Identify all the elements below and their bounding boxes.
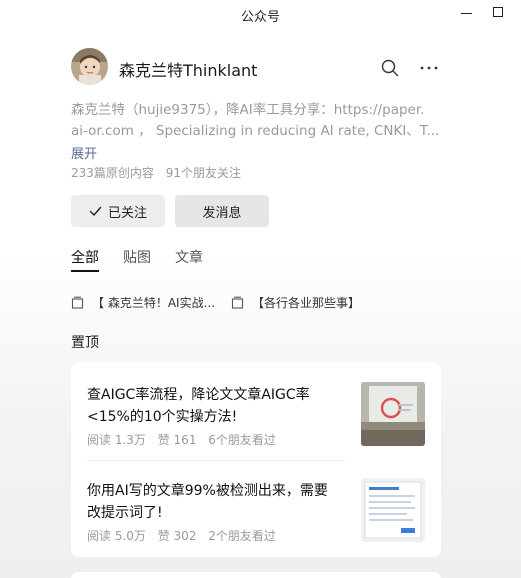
avatar[interactable] [71,48,108,85]
account-description: 森克兰特（hujie9375），降AI率工具分享：https://paper. … [71,100,443,142]
article-thumbnail[interactable] [361,382,425,446]
read-count: 阅读 1.3万 [87,433,146,447]
more-options-icon[interactable] [419,58,439,78]
article-title[interactable]: 查AIGC率流程，降论文文章AIGC率<15%的10个实操方法! [87,384,337,428]
minimize-button[interactable] [461,13,472,14]
next-card [71,572,441,578]
account-name: 森克兰特Thinklant [119,61,258,80]
friends-following: 91个朋友关注 [165,166,242,180]
article-thumbnail[interactable] [361,478,425,542]
collection-item[interactable]: 【各行各业那些事】 [231,294,360,311]
tab-articles[interactable]: 文章 [175,247,203,267]
article-title[interactable]: 你用AI写的文章99%被检测出来，需要改提示词了! [87,480,337,524]
like-count: 赞 302 [157,529,197,543]
title-bar: 公众号 [0,0,521,30]
tab-all[interactable]: 全部 [71,247,99,267]
tab-images[interactable]: 贴图 [123,247,151,267]
friends-read: 6个朋友看过 [208,433,276,447]
friends-read: 2个朋友看过 [208,529,276,543]
send-message-button[interactable]: 发消息 [175,195,269,227]
article-divider [87,460,345,461]
followed-button-label: 已关注 [107,205,147,221]
collection-label: 【 森克兰特！AI实战... [92,296,216,310]
description-line: 森克兰特（hujie9375），降AI率工具分享：https://paper. [71,102,425,118]
pinned-card: 查AIGC率流程，降论文文章AIGC率<15%的10个实操方法! 阅读 1.3万… [71,362,441,557]
description-line: ai-or.com ， Specializing in reducing AI … [71,123,440,139]
pinned-heading: 置顶 [71,335,99,351]
account-stats: 233篇原创内容 91个朋友关注 [71,164,249,181]
like-count: 赞 161 [157,433,197,447]
profile-header: 森克兰特Thinklant [71,48,441,88]
followed-button[interactable]: 已关注 [71,195,165,227]
expand-link[interactable]: 展开 [71,143,97,162]
send-message-label: 发消息 [202,205,242,221]
active-tab-indicator [71,270,99,272]
collection-icon [231,296,244,309]
window-title: 公众号 [240,10,280,25]
maximize-button[interactable] [493,7,503,17]
collection-icon [71,296,84,309]
collection-item[interactable]: 【 森克兰特！AI实战... [71,294,215,311]
original-count: 233篇原创内容 [71,166,154,180]
collection-label: 【各行各业那些事】 [252,296,361,310]
check-icon [89,206,102,216]
search-icon[interactable] [380,58,400,78]
read-count: 阅读 5.0万 [87,529,146,543]
